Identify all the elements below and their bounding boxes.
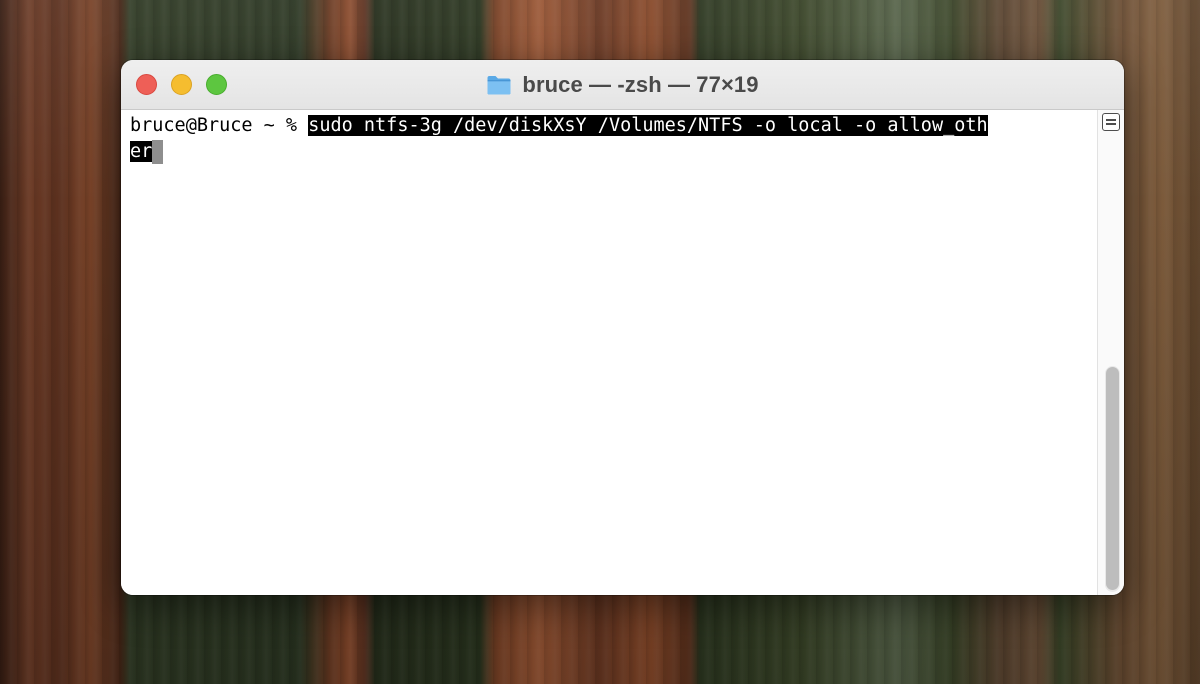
terminal-content[interactable]: bruce@Bruce ~ % sudo ntfs-3g /dev/diskXs… [121,110,1096,595]
folder-icon [487,75,511,94]
scroll-area [1097,110,1124,595]
selected-command-text-wrap[interactable]: er [130,141,153,162]
selected-command-text[interactable]: sudo ntfs-3g /dev/diskXsY /Volumes/NTFS … [308,115,988,136]
scrollbar-thumb[interactable] [1106,367,1119,590]
split-pane-icon[interactable] [1102,113,1120,131]
window-title: bruce — -zsh — 77×19 [522,71,759,97]
terminal-line: er [130,139,164,165]
title-bar[interactable]: bruce — -zsh — 77×19 [121,60,1124,110]
shell-prompt: bruce@Bruce ~ % [130,115,309,136]
window-title-group: bruce — -zsh — 77×19 [121,60,1124,109]
terminal-line: bruce@Bruce ~ % sudo ntfs-3g /dev/diskXs… [130,113,988,139]
text-cursor [152,140,164,164]
terminal-window: bruce — -zsh — 77×19 bruce@Bruce ~ % sud… [121,60,1124,595]
